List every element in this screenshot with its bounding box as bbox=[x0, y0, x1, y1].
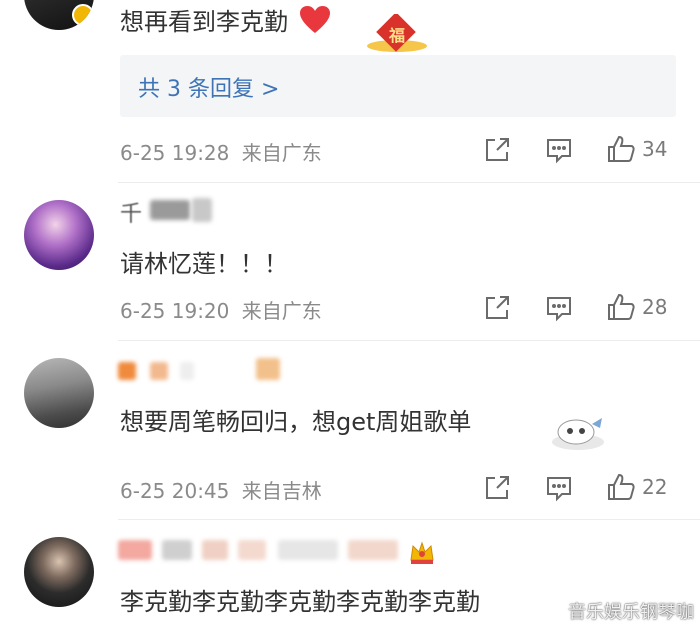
comment-3-location: 来自吉林 bbox=[241, 479, 322, 503]
watermark-text: 音乐娱乐钢琴咖 bbox=[568, 602, 694, 623]
comment-2-like-button[interactable]: 28 bbox=[606, 292, 667, 322]
comment-2-like-count: 28 bbox=[642, 295, 668, 319]
username-redaction bbox=[118, 540, 152, 560]
comment-3-like-button[interactable]: 22 bbox=[606, 472, 667, 502]
comment-3-like-count: 22 bbox=[642, 475, 668, 499]
comment-3-share-button[interactable] bbox=[483, 474, 511, 502]
username-redaction bbox=[118, 362, 136, 380]
username-redaction bbox=[348, 540, 398, 560]
comment-3-time: 6-25 20:45 bbox=[120, 479, 230, 503]
comment-2-avatar[interactable] bbox=[24, 200, 94, 270]
share-icon bbox=[486, 138, 509, 161]
username-redaction bbox=[150, 362, 168, 380]
like-icon bbox=[608, 135, 635, 162]
comment-4-avatar[interactable] bbox=[24, 537, 94, 607]
comment-1-share-button[interactable] bbox=[483, 136, 511, 164]
comment-1-reply-button[interactable] bbox=[545, 136, 573, 164]
comment-3-avatar[interactable] bbox=[24, 358, 94, 428]
comment-3-meta: 6-25 20:45 来自吉林 bbox=[120, 475, 322, 504]
reply-box[interactable]: 共 3 条回复 > bbox=[120, 55, 676, 117]
comment-1-text-content: 想再看到李克勤 bbox=[120, 8, 288, 36]
comment-icon bbox=[547, 477, 571, 502]
username-redaction bbox=[256, 358, 280, 380]
comment-1-meta: 6-25 19:28 来自广东 bbox=[120, 137, 322, 166]
username-redaction bbox=[162, 540, 192, 560]
comment-1-like-button[interactable]: 34 bbox=[606, 134, 667, 164]
divider-3 bbox=[118, 519, 700, 520]
comment-1-time: 6-25 19:28 bbox=[120, 141, 230, 165]
comment-2-time: 6-25 19:20 bbox=[120, 299, 230, 323]
fu-badge-icon: 福 bbox=[362, 12, 432, 54]
comment-icon bbox=[547, 139, 571, 164]
view-replies-link[interactable]: 共 3 条回复 > bbox=[138, 71, 279, 103]
comment-1-avatar[interactable] bbox=[24, 0, 94, 30]
comment-1-like-count: 34 bbox=[642, 137, 668, 161]
username-redaction bbox=[150, 200, 190, 220]
sticker-emoji bbox=[548, 412, 608, 452]
comment-2-location: 来自广东 bbox=[241, 299, 322, 323]
share-icon bbox=[486, 296, 509, 319]
share-icon bbox=[486, 476, 509, 499]
comment-4-text: 李克勤李克勤李克勤李克勤李克勤 bbox=[120, 588, 480, 616]
username-redaction bbox=[278, 540, 338, 560]
comment-3-reply-button[interactable] bbox=[545, 474, 573, 502]
watermark: 音乐娱乐钢琴咖 bbox=[539, 598, 694, 624]
comment-2-share-button[interactable] bbox=[483, 294, 511, 322]
fu-badge-glyph: 福 bbox=[389, 26, 406, 45]
divider-2 bbox=[118, 340, 700, 341]
weibo-logo-icon bbox=[539, 602, 563, 621]
username-redaction bbox=[180, 362, 194, 380]
comment-2-meta: 6-25 19:20 来自广东 bbox=[120, 295, 322, 324]
comment-2-reply-button[interactable] bbox=[545, 294, 573, 322]
comment-icon bbox=[547, 297, 571, 322]
verified-badge-icon bbox=[72, 4, 94, 26]
like-icon bbox=[608, 473, 635, 500]
comment-1-location: 来自广东 bbox=[241, 141, 322, 165]
comment-3-text: 想要周笔畅回归，想get周姐歌单 bbox=[120, 408, 472, 436]
divider-1 bbox=[118, 182, 700, 183]
crown-badge-icon bbox=[408, 540, 436, 566]
comment-1-text: 想再看到李克勤 bbox=[120, 2, 330, 40]
username-redaction bbox=[192, 198, 212, 222]
comment-2-text: 请林忆莲！！！ bbox=[120, 250, 288, 278]
heart-emoji bbox=[299, 6, 330, 40]
comment-3-username[interactable] bbox=[118, 358, 298, 384]
comment-2-username-text: 千 bbox=[120, 202, 143, 227]
comment-2-username[interactable]: 千 bbox=[120, 196, 212, 227]
like-icon bbox=[608, 293, 635, 320]
username-redaction bbox=[238, 540, 266, 560]
comment-4-username[interactable] bbox=[118, 536, 418, 562]
username-redaction bbox=[202, 540, 228, 560]
